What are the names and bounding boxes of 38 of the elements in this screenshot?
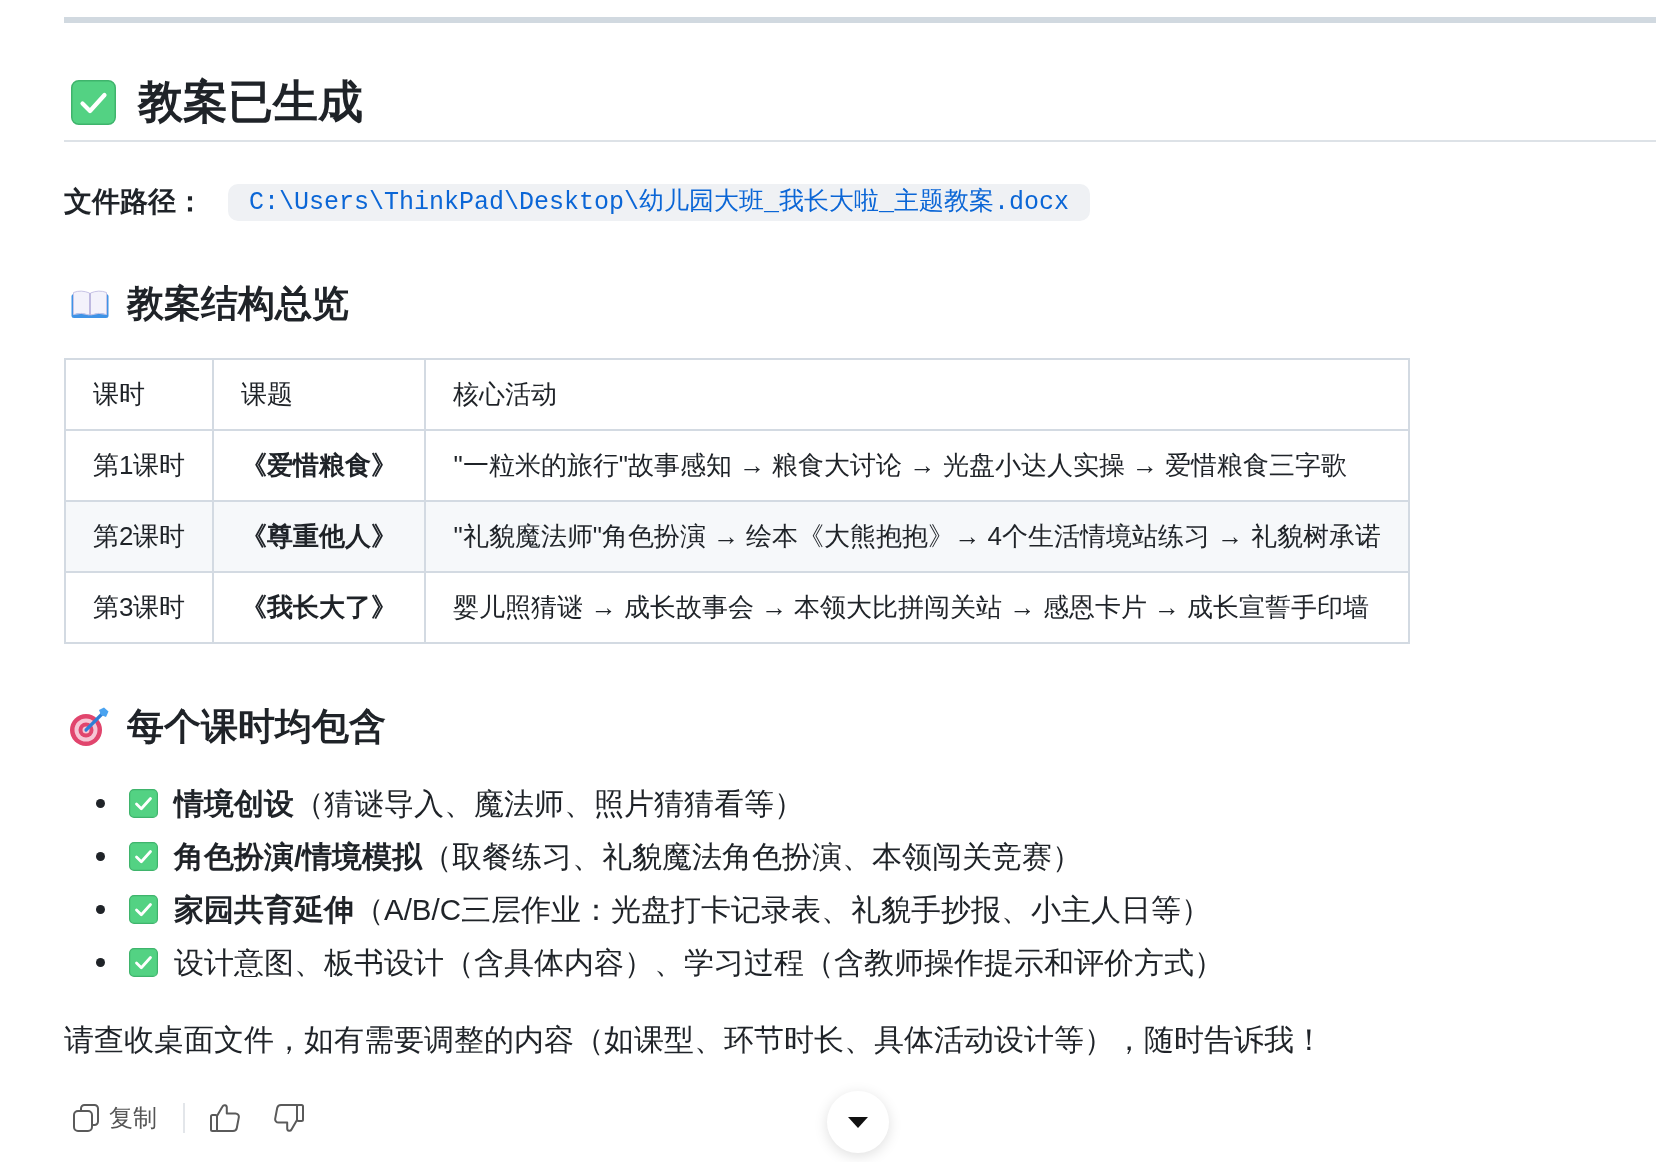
list-item-text: 角色扮演/情境模拟（取餐练习、礼貌魔法角色扮演、本领闯关竞赛）: [174, 838, 1083, 875]
bullet-icon: [96, 799, 105, 808]
bullet-icon: [96, 958, 105, 967]
check-mark-icon: [129, 789, 158, 818]
check-mark-icon: [71, 79, 116, 125]
table-cell: 第2课时: [65, 501, 214, 572]
check-mark-icon: [129, 895, 158, 924]
caret-down-icon: [848, 1116, 868, 1128]
list-item-text: 情境创设（猜谜导入、魔法师、照片猜猜看等）: [174, 785, 804, 822]
bullet-icon: [96, 905, 105, 914]
check-mark-icon: [129, 842, 158, 871]
list-item-text: 设计意图、板书设计（含具体内容）、学习过程（含教师操作提示和评价方式）: [174, 944, 1224, 981]
section-heading: 教案结构总览: [127, 282, 349, 326]
file-path: C:\Users\ThinkPad\Desktop\幼儿园大班_我长大啦_主题教案.docx: [228, 183, 1091, 221]
scroll-down-button[interactable]: [827, 1091, 889, 1153]
open-book-icon: [71, 288, 109, 319]
page-title: 教案已生成: [138, 75, 363, 129]
closing-message: 请查收桌面文件，如有需要调整的内容（如课型、环节时长、具体活动设计等），随时告诉我！: [64, 1022, 1325, 1058]
table-cell: 婴儿照猜谜 → 成长故事会 → 本领大比拼闯关站 → 感恩卡片 → 成长宣誓手印墙: [425, 572, 1409, 643]
list-item-text: 家园共育延伸（A/B/C三层作业：光盘打卡记录表、礼貌手抄报、小主人日等）: [174, 891, 1212, 928]
dart-target-icon: [69, 706, 109, 747]
thumbs-up-icon: [210, 1103, 240, 1133]
bullet-icon: [96, 852, 105, 861]
section-heading: 每个课时均包含: [127, 705, 386, 749]
table-cell: 《我长大了》: [213, 572, 426, 643]
thumbs-down-icon: [274, 1103, 304, 1133]
table-cell: "礼貌魔法师"角色扮演 → 绘本《大熊抱抱》→ 4个生活情境站练习 → 礼貌树承诺: [425, 501, 1409, 572]
table-header-cell: 核心活动: [425, 359, 1409, 430]
copy-icon: [73, 1104, 99, 1132]
table-cell: 第3课时: [65, 572, 214, 643]
dislike-button[interactable]: [274, 1103, 304, 1133]
file-path-label: 文件路径：: [64, 185, 204, 219]
like-button[interactable]: [210, 1103, 240, 1133]
table-cell: 《尊重他人》: [213, 501, 426, 572]
check-mark-icon: [129, 948, 158, 977]
table-header-cell: 课题: [213, 359, 426, 430]
copy-button[interactable]: 复制: [73, 1102, 157, 1134]
table-header-cell: 课时: [65, 359, 214, 430]
